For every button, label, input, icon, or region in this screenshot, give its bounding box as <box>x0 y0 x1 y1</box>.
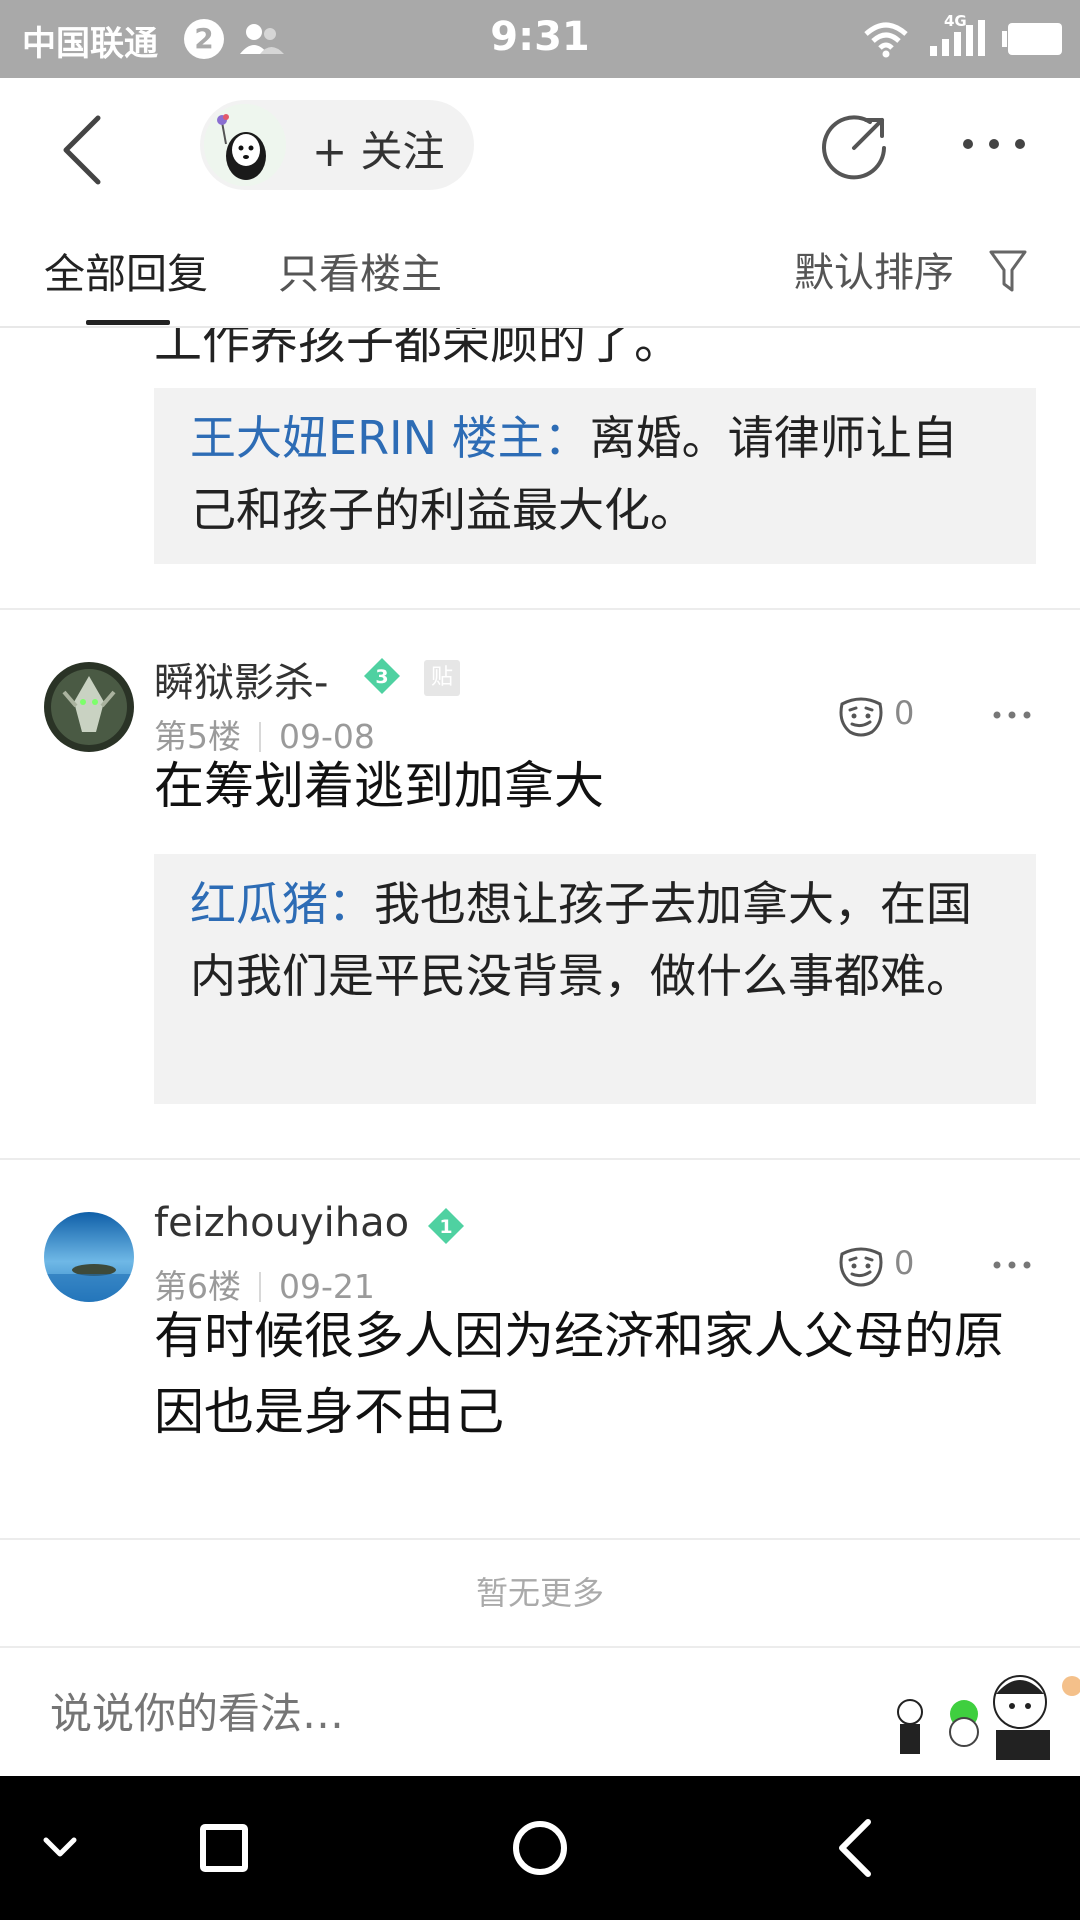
comment-bar <box>0 1646 1080 1776</box>
level-badge-icon: 3 <box>364 658 400 694</box>
recent-apps-icon[interactable] <box>164 1776 284 1920</box>
tab-only-op[interactable]: 只看楼主 <box>278 240 442 300</box>
chevron-down-icon[interactable] <box>0 1776 120 1920</box>
top-nav-bar: + 关注 <box>0 78 1080 210</box>
user-avatar[interactable] <box>44 1212 134 1302</box>
like-count: 0 <box>894 1244 915 1282</box>
sort-button[interactable]: 默认排序 <box>794 240 954 298</box>
username[interactable]: feizhouyihao <box>154 1200 409 1246</box>
filter-icon[interactable] <box>988 248 1028 294</box>
username[interactable]: 瞬狱影杀- <box>154 650 328 708</box>
signal-icon <box>930 20 985 56</box>
level-badge-icon: 1 <box>428 1208 464 1244</box>
follow-button[interactable]: + 关注 <box>200 100 474 190</box>
reply-tabs: 全部回复 只看楼主 默认排序 <box>0 210 1080 328</box>
back-icon[interactable] <box>56 112 116 188</box>
home-icon[interactable] <box>480 1776 600 1920</box>
level-number: 1 <box>439 1216 452 1238</box>
post-item: feizhouyihao 1 第6楼 09-21 0 有时候很多人因为经济和家人父… <box>0 1160 1080 1520</box>
comment-input[interactable] <box>50 1678 690 1748</box>
more-icon[interactable] <box>960 132 1028 156</box>
post-body[interactable]: 在筹划着逃到加拿大 <box>154 748 1034 824</box>
like-icon[interactable] <box>836 692 886 738</box>
previous-post-body-tail: 工作养孩子都荣顾的了。 <box>154 328 683 370</box>
system-nav-bar <box>0 1776 1080 1920</box>
no-more-label: 暂无更多 <box>475 1574 604 1612</box>
reply-list[interactable]: 工作养孩子都荣顾的了。 王大妞ERIN 楼主：离婚。请律师让自己和孩子的利益最大… <box>0 328 1080 1646</box>
follow-label: + 关注 <box>312 127 445 176</box>
like-count: 0 <box>894 694 915 732</box>
active-tab-indicator <box>86 320 170 325</box>
battery-icon <box>1002 23 1062 55</box>
back-nav-icon[interactable] <box>796 1776 916 1920</box>
post-body[interactable]: 有时候很多人因为经济和家人父母的原因也是身不由己 <box>154 1298 1034 1450</box>
level-number: 3 <box>375 666 388 688</box>
post-divider <box>0 1538 1080 1540</box>
op-avatar[interactable] <box>204 104 286 186</box>
sticker-button[interactable] <box>892 1656 1080 1774</box>
wifi-icon <box>864 22 908 58</box>
quote-author[interactable]: 王大妞ERIN 楼主： <box>190 411 590 465</box>
share-icon[interactable] <box>820 112 890 182</box>
tab-all-replies[interactable]: 全部回复 <box>44 240 208 300</box>
reply-quote[interactable]: 红瓜猪：我也想让孩子去加拿大，在国内我们是平民没背景，做什么事都难。 <box>154 854 1036 1104</box>
quote-author[interactable]: 红瓜猪： <box>190 877 374 931</box>
reply-quote[interactable]: 王大妞ERIN 楼主：离婚。请律师让自己和孩子的利益最大化。 <box>154 388 1036 564</box>
post-item: 瞬狱影杀- 3 贴 第5楼 09-08 0 在筹划着逃到加拿大 红瓜猪：我也想让孩… <box>0 610 1080 1104</box>
post-badge: 贴 <box>424 660 460 696</box>
status-bar: 中国联通 2 9:31 4G <box>0 0 1080 78</box>
post-more-icon[interactable] <box>992 1258 1032 1272</box>
user-avatar[interactable] <box>44 662 134 752</box>
clock: 9:31 <box>490 14 590 60</box>
post-more-icon[interactable] <box>992 708 1032 722</box>
like-icon[interactable] <box>836 1242 886 1288</box>
